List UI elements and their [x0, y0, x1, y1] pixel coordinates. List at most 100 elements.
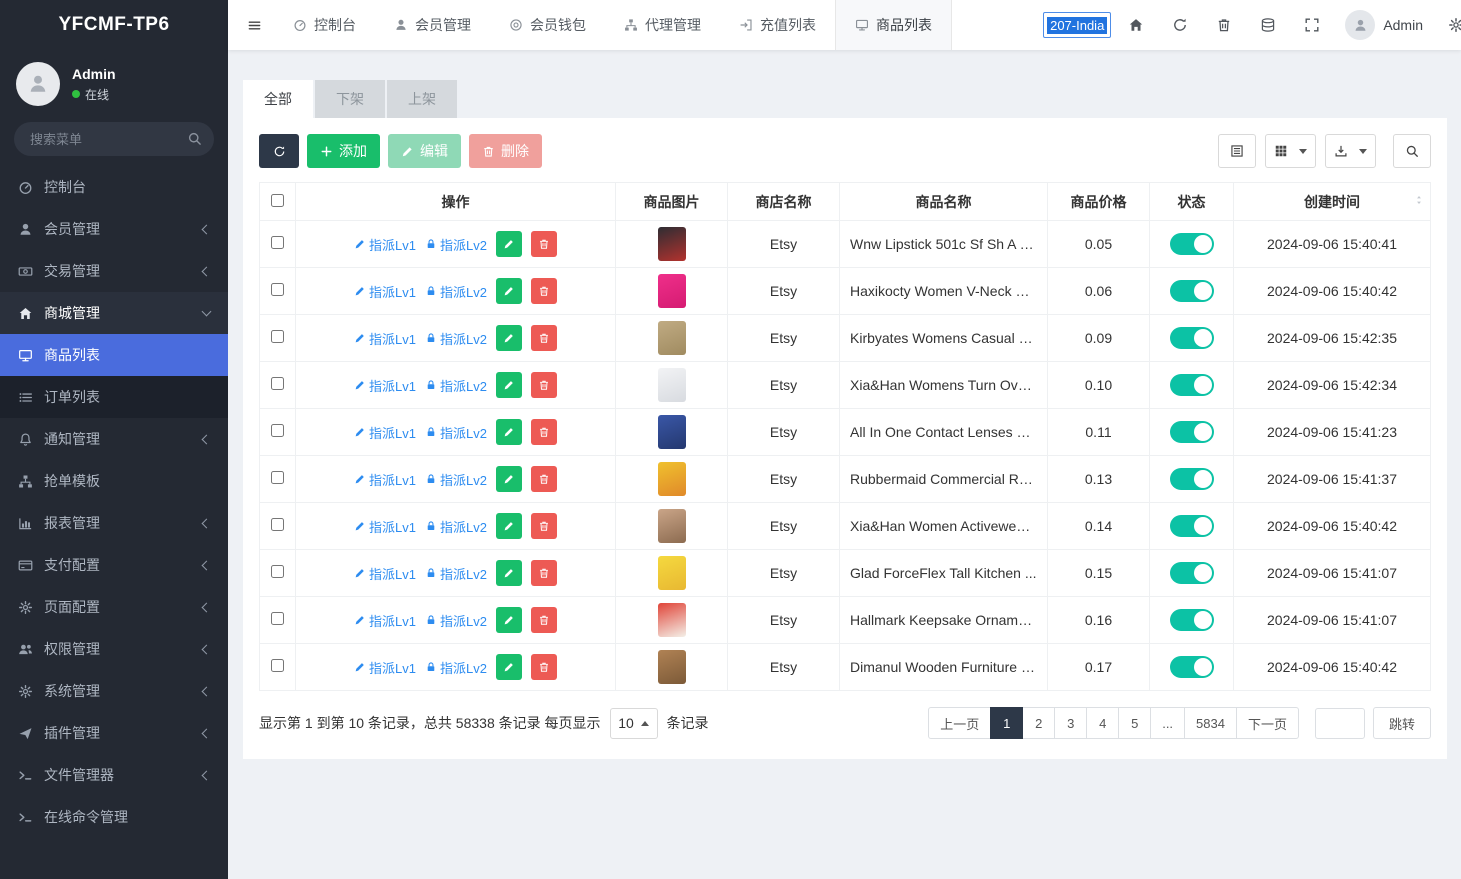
page-button-5834[interactable]: 5834 [1184, 707, 1237, 739]
row-edit-button[interactable] [496, 560, 522, 586]
row-checkbox[interactable] [271, 424, 284, 437]
sidebar-item-report[interactable]: 报表管理 [0, 502, 228, 544]
fullscreen-button[interactable] [1293, 5, 1331, 45]
sidebar-item-plugin[interactable]: 插件管理 [0, 712, 228, 754]
assign-lv1-link[interactable]: 指派Lv1 [354, 235, 416, 254]
row-checkbox[interactable] [271, 471, 284, 484]
sidebar-item-mall[interactable]: 商城管理 [0, 292, 228, 334]
page-button-3[interactable]: 3 [1054, 707, 1087, 739]
row-checkbox[interactable] [271, 518, 284, 531]
assign-lv2-link[interactable]: 指派Lv2 [425, 282, 487, 301]
search-toggle-button[interactable] [1393, 134, 1431, 168]
sidebar-item-file[interactable]: 文件管理器 [0, 754, 228, 796]
filter-tab-0[interactable]: 全部 [243, 80, 313, 118]
sidebar-item-system[interactable]: 系统管理 [0, 670, 228, 712]
clear-cache-button[interactable] [1249, 5, 1287, 45]
assign-lv1-link[interactable]: 指派Lv1 [354, 376, 416, 395]
page-size-select[interactable]: 10 [610, 708, 658, 739]
sidebar-item-trade[interactable]: 交易管理 [0, 250, 228, 292]
row-edit-button[interactable] [496, 654, 522, 680]
header-created[interactable]: 创建时间 [1234, 183, 1431, 221]
settings-gear-button[interactable] [1437, 5, 1461, 45]
topbar-tab-wallet[interactable]: 会员钱包 [490, 0, 605, 50]
trash-button[interactable] [1205, 5, 1243, 45]
status-toggle[interactable] [1170, 233, 1214, 255]
assign-lv2-link[interactable]: 指派Lv2 [425, 376, 487, 395]
assign-lv2-link[interactable]: 指派Lv2 [425, 658, 487, 677]
row-edit-button[interactable] [496, 466, 522, 492]
topbar-tab-goods[interactable]: 商品列表 [835, 0, 952, 50]
topbar-tab-agent[interactable]: 代理管理 [605, 0, 720, 50]
status-toggle[interactable] [1170, 609, 1214, 631]
row-delete-button[interactable] [531, 654, 557, 680]
row-delete-button[interactable] [531, 231, 557, 257]
page-button-5[interactable]: 5 [1118, 707, 1151, 739]
row-edit-button[interactable] [496, 513, 522, 539]
row-checkbox[interactable] [271, 236, 284, 249]
assign-lv2-link[interactable]: 指派Lv2 [425, 470, 487, 489]
row-checkbox[interactable] [271, 330, 284, 343]
columns-button[interactable] [1265, 134, 1316, 168]
status-toggle[interactable] [1170, 280, 1214, 302]
assign-lv1-link[interactable]: 指派Lv1 [354, 329, 416, 348]
row-edit-button[interactable] [496, 278, 522, 304]
page-button-2[interactable]: 2 [1022, 707, 1055, 739]
status-toggle[interactable] [1170, 515, 1214, 537]
sidebar-item-command[interactable]: 在线命令管理 [0, 796, 228, 838]
page-button-4[interactable]: 4 [1086, 707, 1119, 739]
assign-lv2-link[interactable]: 指派Lv2 [425, 423, 487, 442]
row-delete-button[interactable] [531, 607, 557, 633]
row-checkbox[interactable] [271, 565, 284, 578]
topbar-tab-recharge[interactable]: 充值列表 [720, 0, 835, 50]
refresh-table-button[interactable] [259, 134, 299, 168]
filter-tab-2[interactable]: 上架 [387, 80, 457, 118]
refresh-page-button[interactable] [1161, 5, 1199, 45]
sidebar-item-order-list[interactable]: 订单列表 [0, 376, 228, 418]
assign-lv2-link[interactable]: 指派Lv2 [425, 517, 487, 536]
status-toggle[interactable] [1170, 562, 1214, 584]
row-delete-button[interactable] [531, 278, 557, 304]
status-toggle[interactable] [1170, 374, 1214, 396]
jump-button[interactable]: 跳转 [1373, 707, 1431, 739]
row-edit-button[interactable] [496, 231, 522, 257]
status-toggle[interactable] [1170, 421, 1214, 443]
home-button[interactable] [1117, 5, 1155, 45]
status-toggle[interactable] [1170, 656, 1214, 678]
row-delete-button[interactable] [531, 372, 557, 398]
row-delete-button[interactable] [531, 513, 557, 539]
sidebar-item-template[interactable]: 抢单模板 [0, 460, 228, 502]
detail-view-button[interactable] [1218, 134, 1256, 168]
select-all-checkbox[interactable] [271, 194, 284, 207]
assign-lv1-link[interactable]: 指派Lv1 [354, 611, 416, 630]
row-delete-button[interactable] [531, 560, 557, 586]
jump-page-input[interactable] [1315, 708, 1365, 739]
quick-search-input[interactable]: 207-India [1043, 12, 1111, 38]
assign-lv2-link[interactable]: 指派Lv2 [425, 235, 487, 254]
row-edit-button[interactable] [496, 325, 522, 351]
sidebar-item-notice[interactable]: 通知管理 [0, 418, 228, 460]
topbar-user-menu[interactable]: Admin [1337, 10, 1431, 40]
sidebar-item-member[interactable]: 会员管理 [0, 208, 228, 250]
assign-lv1-link[interactable]: 指派Lv1 [354, 564, 416, 583]
delete-button[interactable]: 删除 [469, 134, 542, 168]
status-toggle[interactable] [1170, 327, 1214, 349]
next-page-button[interactable]: 下一页 [1236, 707, 1299, 739]
prev-page-button[interactable]: 上一页 [928, 707, 991, 739]
row-edit-button[interactable] [496, 419, 522, 445]
sidebar-item-pay[interactable]: 支付配置 [0, 544, 228, 586]
row-checkbox[interactable] [271, 377, 284, 390]
assign-lv1-link[interactable]: 指派Lv1 [354, 282, 416, 301]
row-delete-button[interactable] [531, 466, 557, 492]
row-checkbox[interactable] [271, 283, 284, 296]
edit-button[interactable]: 编辑 [388, 134, 461, 168]
row-delete-button[interactable] [531, 419, 557, 445]
hamburger-button[interactable] [234, 0, 274, 50]
row-delete-button[interactable] [531, 325, 557, 351]
page-button-1[interactable]: 1 [990, 707, 1023, 739]
filter-tab-1[interactable]: 下架 [315, 80, 385, 118]
add-button[interactable]: 添加 [307, 134, 380, 168]
sidebar-item-console[interactable]: 控制台 [0, 166, 228, 208]
assign-lv1-link[interactable]: 指派Lv1 [354, 658, 416, 677]
assign-lv1-link[interactable]: 指派Lv1 [354, 423, 416, 442]
menu-search-input[interactable] [14, 122, 214, 156]
